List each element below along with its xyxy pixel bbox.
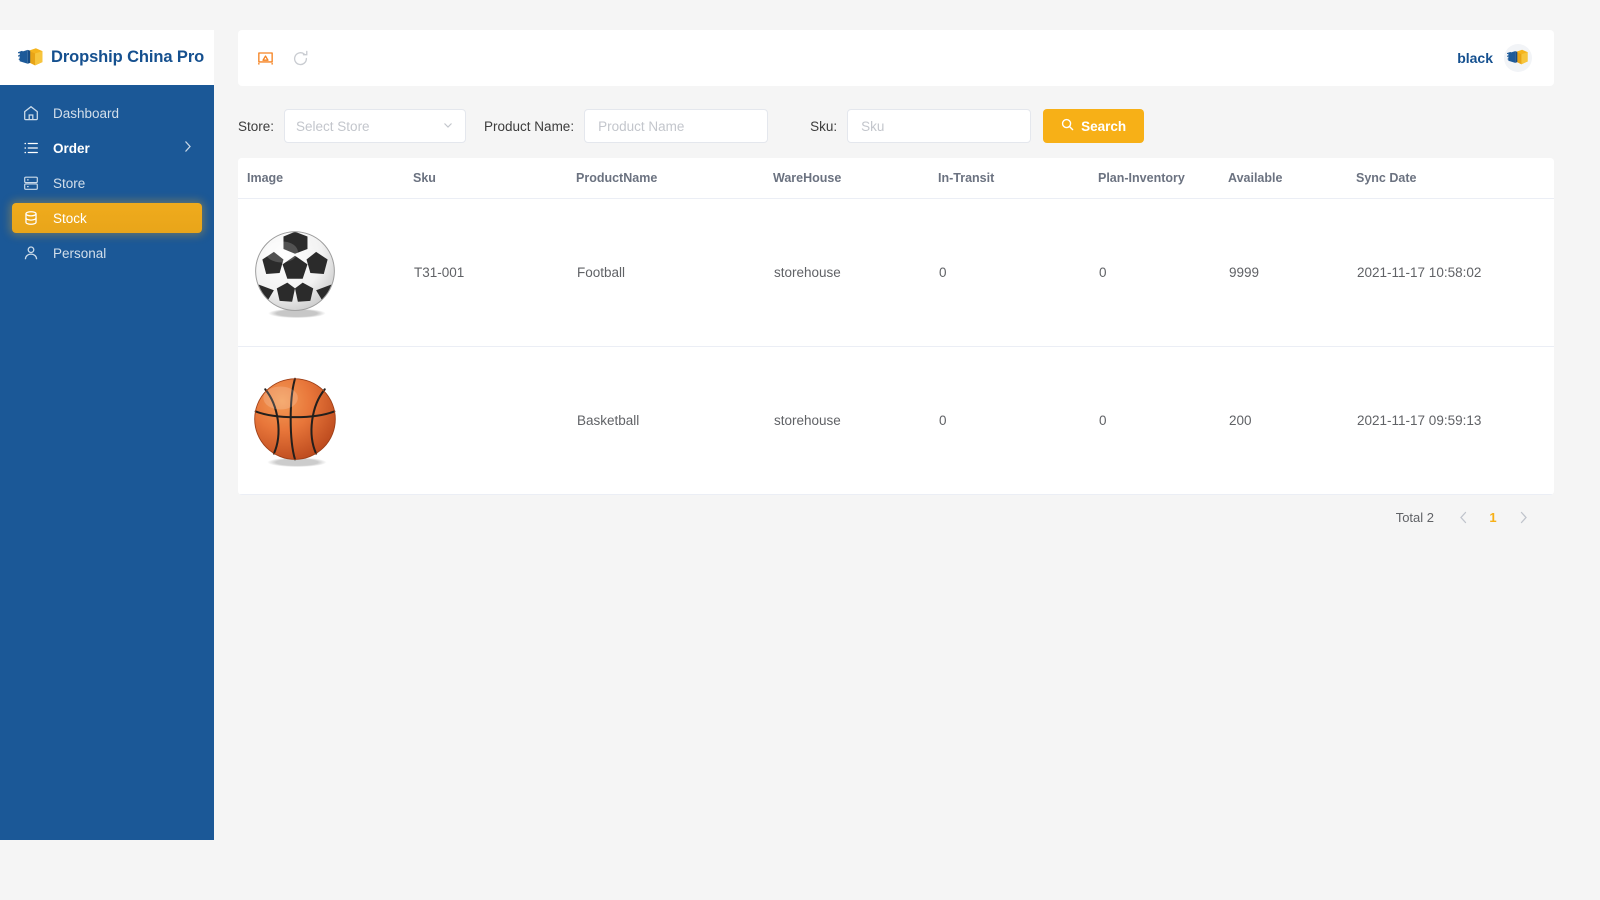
pagination-prev-button[interactable] <box>1448 503 1478 531</box>
store-select[interactable]: Select Store <box>284 109 467 143</box>
avatar[interactable] <box>1504 44 1532 72</box>
sku-field-wrap[interactable] <box>847 109 1032 143</box>
cell-productname: Football <box>576 198 773 347</box>
stock-table: Image Sku ProductName WareHouse In-Trans… <box>238 158 1554 495</box>
total-count-label: Total 2 <box>1395 509 1434 525</box>
store-filter-label: Store: <box>238 118 275 134</box>
sidebar-item-label: Dashboard <box>53 105 120 121</box>
search-button-label: Search <box>1081 118 1127 134</box>
table-header-row: Image Sku ProductName WareHouse In-Trans… <box>238 158 1554 199</box>
table-head: Image Sku ProductName WareHouse In-Trans… <box>238 158 1554 199</box>
sidebar-item-label: Order <box>53 140 90 156</box>
sidebar-item-label: Store <box>53 175 86 191</box>
sku-input[interactable] <box>859 117 1020 135</box>
topbar-user[interactable]: black <box>1457 44 1532 72</box>
cell-plan-inventory: 0 <box>1098 346 1228 495</box>
stock-table-card: Image Sku ProductName WareHouse In-Trans… <box>238 158 1554 495</box>
sidebar: Dropship China Pro Dashboard Order Store… <box>0 30 214 840</box>
column-header-productname: ProductName <box>576 158 773 199</box>
column-header-image: Image <box>238 158 413 199</box>
cell-in-transit: 0 <box>938 346 1098 495</box>
sidebar-nav: Dashboard Order Store Stock Personal <box>0 85 214 273</box>
cell-sku: T31-001 <box>413 198 576 347</box>
store-select-value: Select Store <box>296 118 370 134</box>
cell-in-transit: 0 <box>938 198 1098 347</box>
basketball-image <box>247 373 412 469</box>
server-icon <box>22 174 40 192</box>
pagination-page-1[interactable]: 1 <box>1478 503 1508 531</box>
cell-plan-inventory: 0 <box>1098 198 1228 347</box>
search-icon <box>1061 118 1074 134</box>
chevron-down-icon <box>442 119 454 134</box>
sku-filter-label: Sku: <box>810 118 838 134</box>
cell-warehouse: storehouse <box>773 198 938 347</box>
cell-image <box>238 346 413 495</box>
pagination: Total 2 1 <box>238 495 1554 539</box>
column-header-sync-date: Sync Date <box>1356 158 1554 199</box>
cell-sku <box>413 346 576 495</box>
sidebar-item-personal[interactable]: Personal <box>12 238 202 268</box>
product-name-field-wrap[interactable] <box>584 109 769 143</box>
topbar: black <box>238 30 1554 86</box>
table-row[interactable]: T31-001 Football storehouse 0 0 9999 202… <box>238 198 1554 347</box>
column-header-warehouse: WareHouse <box>773 158 938 199</box>
home-icon <box>22 104 40 122</box>
brand-header: Dropship China Pro <box>0 30 214 85</box>
pagination-next-button[interactable] <box>1508 503 1538 531</box>
sidebar-item-dashboard[interactable]: Dashboard <box>12 98 202 128</box>
column-header-plan-inventory: Plan-Inventory <box>1098 158 1228 199</box>
sidebar-item-stock[interactable]: Stock <box>12 203 202 233</box>
refresh-icon[interactable] <box>291 49 310 68</box>
football-image <box>247 225 412 321</box>
cell-image <box>238 198 413 347</box>
column-header-sku: Sku <box>413 158 576 199</box>
product-name-input[interactable] <box>596 117 757 135</box>
cell-sync-date: 2021-11-17 10:58:02 <box>1356 198 1554 347</box>
cell-available: 200 <box>1228 346 1356 495</box>
product-name-filter-label: Product Name: <box>484 118 575 134</box>
cell-sync-date: 2021-11-17 09:59:13 <box>1356 346 1554 495</box>
list-icon <box>22 139 40 157</box>
search-button[interactable]: Search <box>1043 109 1145 143</box>
table-row[interactable]: Basketball storehouse 0 0 200 2021-11-17… <box>238 346 1554 495</box>
user-name-label: black <box>1457 50 1493 66</box>
cell-warehouse: storehouse <box>773 346 938 495</box>
sidebar-item-store[interactable]: Store <box>12 168 202 198</box>
user-icon <box>22 244 40 262</box>
shipping-box-icon <box>17 46 44 70</box>
table-body: T31-001 Football storehouse 0 0 9999 202… <box>238 198 1554 495</box>
sidebar-item-order[interactable]: Order <box>12 133 202 163</box>
cell-productname: Basketball <box>576 346 773 495</box>
column-header-in-transit: In-Transit <box>938 158 1098 199</box>
brand-title: Dropship China Pro <box>51 48 205 66</box>
cell-available: 9999 <box>1228 198 1356 347</box>
chevron-right-icon <box>184 141 192 156</box>
filter-bar: Store: Select Store Product Name: Sku: <box>238 98 1554 154</box>
sidebar-item-label: Personal <box>53 245 107 261</box>
database-icon <box>22 209 40 227</box>
column-header-available: Available <box>1228 158 1356 199</box>
app-root: Dropship China Pro Dashboard Order Store… <box>0 0 1600 900</box>
screen-cast-icon[interactable] <box>256 49 275 68</box>
topbar-left-actions <box>256 49 310 68</box>
sidebar-item-label: Stock <box>53 210 87 226</box>
main-content: black Store: Select Store Product Name: … <box>238 30 1554 539</box>
